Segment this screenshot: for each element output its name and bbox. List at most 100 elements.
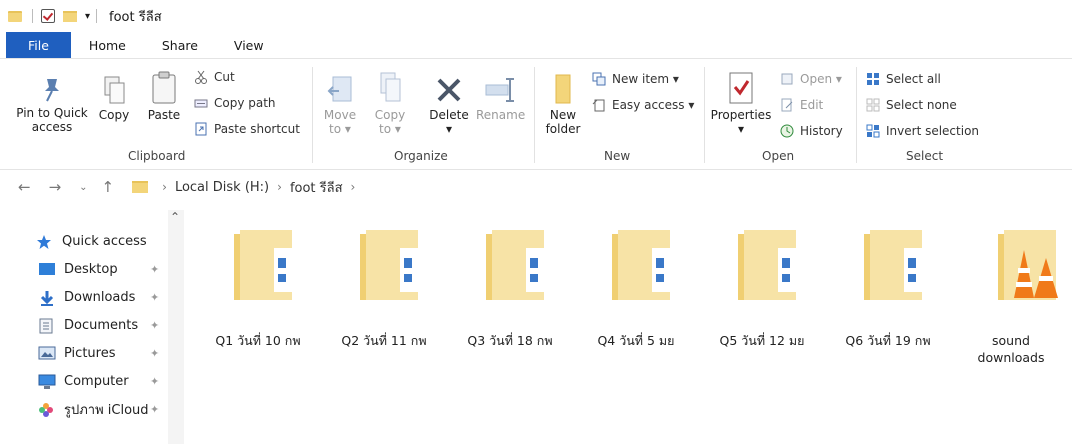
clipboard-group-label: Clipboard <box>128 149 186 163</box>
invert-selection-button[interactable]: Invert selection <box>866 121 979 141</box>
customize-toolbar-dropdown[interactable]: ▾ <box>85 11 90 22</box>
copy-path-label: Copy path <box>214 96 276 110</box>
rename-button[interactable]: Rename <box>476 75 526 122</box>
move-to-button[interactable]: Move to ▾ <box>318 75 362 136</box>
paste-icon <box>152 71 176 104</box>
folder-icon <box>360 230 418 300</box>
edit-button[interactable]: Edit <box>780 95 823 115</box>
history-icon <box>780 124 794 138</box>
back-arrow-icon[interactable]: ← <box>18 178 31 196</box>
file-list: Q1 วันที่ 10 กพ Q2 วันที่ 11 กพ Q3 วันที… <box>190 210 1072 444</box>
invert-selection-icon <box>866 124 880 138</box>
tab-share[interactable]: Share <box>144 32 216 58</box>
copy-icon <box>104 76 125 104</box>
history-label: History <box>800 124 843 138</box>
paste-shortcut-button[interactable]: Paste shortcut <box>194 119 300 139</box>
paste-button[interactable]: Paste <box>144 71 184 122</box>
sidebar-item-quick-access[interactable]: Quick access <box>36 230 176 252</box>
divider <box>856 67 857 163</box>
properties-icon <box>729 72 753 104</box>
divider <box>534 67 535 163</box>
easy-access-icon <box>592 98 606 112</box>
history-button[interactable]: History <box>780 121 843 141</box>
delete-button[interactable]: Delete ▾ <box>426 75 472 136</box>
folder-icon <box>234 230 292 300</box>
select-all-button[interactable]: Select all <box>866 69 941 89</box>
open-button[interactable]: Open ▾ <box>780 69 842 89</box>
copy-path-button[interactable]: Copy path <box>194 93 276 113</box>
new-folder-button[interactable]: New folder <box>540 71 586 136</box>
breadcrumb-current-folder[interactable]: foot รีลีส <box>290 177 343 198</box>
copy-to-button[interactable]: Copy to ▾ <box>368 71 412 136</box>
window-title: foot รีลีส <box>109 9 162 25</box>
easy-access-button[interactable]: Easy access ▾ <box>592 95 694 115</box>
new-item-label: New item ▾ <box>612 72 679 86</box>
pin-icon: ✦ <box>150 403 160 416</box>
copy-button[interactable]: Copy <box>96 75 132 122</box>
divider <box>96 9 98 23</box>
invert-selection-label: Invert selection <box>886 124 980 138</box>
folder-name: Q5 วันที่ 12 มย <box>719 333 805 348</box>
rename-label: Rename <box>476 108 526 122</box>
paste-shortcut-label: Paste shortcut <box>214 122 300 136</box>
select-group-label: Select <box>906 149 944 163</box>
sidebar-item-label: Downloads <box>64 289 136 305</box>
pin-to-quick-access-button[interactable]: Pin to Quick access <box>10 75 94 134</box>
cut-label: Cut <box>214 70 235 84</box>
open-label: Open ▾ <box>800 72 842 86</box>
open-icon <box>780 72 794 86</box>
computer-icon <box>38 374 56 389</box>
folder-name: Q6 วันที่ 19 กพ <box>845 333 931 348</box>
pin-icon: ✦ <box>150 347 160 360</box>
folder-icon <box>612 230 670 300</box>
tab-home[interactable]: Home <box>71 32 144 58</box>
new-group-label: New <box>604 149 631 163</box>
properties-button[interactable]: Properties ▾ <box>708 71 774 136</box>
properties-quick-icon[interactable] <box>41 9 55 23</box>
select-none-button[interactable]: Select none <box>866 95 957 115</box>
breadcrumb-separator: › <box>162 180 167 194</box>
pin-icon: ✦ <box>150 263 160 276</box>
star-icon <box>36 234 54 249</box>
properties-label: Properties ▾ <box>710 108 772 136</box>
tab-file[interactable]: File <box>6 32 71 58</box>
download-icon <box>38 290 56 306</box>
navigation-pane: Quick access Desktop ✦ Downloads ✦ Docum… <box>0 210 184 444</box>
folder-icon <box>8 10 22 22</box>
select-none-icon <box>866 98 880 112</box>
breadcrumb-local-disk[interactable]: Local Disk (H:) <box>175 180 269 195</box>
breadcrumb-separator[interactable]: › <box>351 180 356 194</box>
copy-to-icon <box>380 72 401 102</box>
sidebar-item-label: Documents <box>64 317 139 333</box>
new-folder-quick-icon[interactable] <box>63 10 77 22</box>
rename-icon <box>485 78 514 102</box>
up-arrow-icon[interactable]: ↑ <box>102 178 115 196</box>
move-to-icon <box>327 76 352 102</box>
open-group-label: Open <box>762 149 795 163</box>
move-to-label: Move to ▾ <box>323 108 357 136</box>
copy-label: Copy <box>98 108 130 122</box>
sidebar-item-label: Quick access <box>62 233 147 249</box>
scissors-icon <box>194 70 208 84</box>
pin-icon <box>45 79 59 102</box>
sidebar-scrollbar[interactable] <box>168 210 184 444</box>
scroll-up-icon[interactable]: ⌃ <box>170 210 180 224</box>
recent-locations-chevron-icon[interactable]: ⌄ <box>79 182 87 193</box>
new-folder-label: New folder <box>545 108 581 136</box>
select-all-label: Select all <box>886 72 941 86</box>
new-item-icon <box>592 72 606 86</box>
breadcrumb-separator: › <box>277 180 282 194</box>
pictures-icon <box>38 346 56 360</box>
tab-view[interactable]: View <box>216 32 282 58</box>
folder-name: Q3 วันที่ 18 กพ <box>467 333 553 348</box>
pin-to-quick-access-label: Pin to Quick access <box>16 106 88 134</box>
pin-icon: ✦ <box>150 291 160 304</box>
new-item-button[interactable]: New item ▾ <box>592 69 679 89</box>
folder-name: sound downloads <box>977 333 1045 365</box>
sidebar-item-label: Computer <box>64 373 129 389</box>
edit-icon <box>780 98 794 112</box>
cut-button[interactable]: Cut <box>194 67 235 87</box>
paste-label: Paste <box>147 108 181 122</box>
forward-arrow-icon[interactable]: → <box>49 178 62 196</box>
select-all-icon <box>866 72 880 86</box>
